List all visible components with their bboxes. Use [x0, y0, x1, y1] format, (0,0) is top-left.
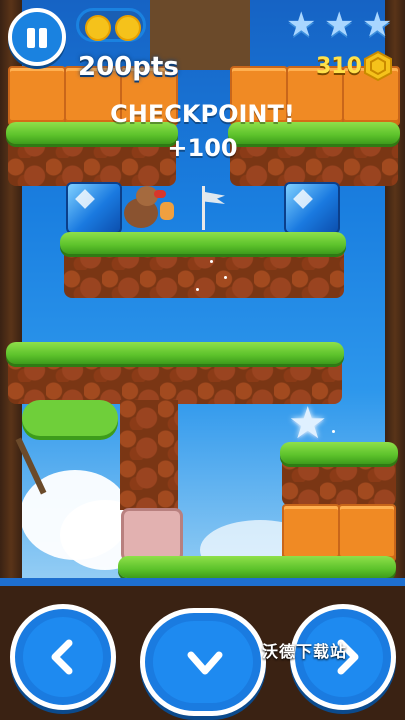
- star-icon: ★: [362, 5, 393, 45]
- move-down-button[interactable]: [140, 608, 266, 716]
- coin-icon: [115, 15, 141, 41]
- star-icon: ★: [286, 5, 317, 45]
- grass-top: [60, 232, 346, 254]
- points-display: 200pts: [78, 52, 179, 82]
- game-stage: ★ CHECKPOINT! +100 200pts ★ ★ ★ 310 沃德下载…: [0, 0, 405, 720]
- star-icon: ★: [324, 5, 355, 45]
- pause-button[interactable]: [8, 8, 66, 66]
- brick-block: [338, 504, 396, 562]
- tree-foliage: [22, 400, 118, 436]
- watermark-text: 沃德下载站: [262, 642, 348, 661]
- sparkle: [224, 276, 227, 279]
- coin-count: 310: [316, 54, 362, 79]
- ground-grass: [118, 556, 396, 578]
- coin-icon: [85, 15, 111, 41]
- checkpoint-bonus: +100: [167, 134, 238, 162]
- chevron-left-icon: [51, 639, 73, 675]
- collected-coins-indicator: [76, 8, 146, 42]
- sparkle: [332, 430, 335, 433]
- checkpoint-flag-icon: [198, 186, 228, 230]
- gem-block: [284, 182, 340, 234]
- move-left-button[interactable]: [10, 604, 116, 710]
- player-character: [120, 184, 178, 232]
- star-pickup: ★: [288, 398, 328, 449]
- brick-block: [282, 504, 340, 562]
- hexagon-coin-icon: [364, 50, 392, 82]
- sparkle: [210, 260, 213, 263]
- chevron-down-icon: [187, 651, 223, 675]
- gem-block: [66, 182, 122, 234]
- grass-top: [6, 342, 344, 364]
- checkpoint-title: CHECKPOINT!: [110, 100, 295, 128]
- ground-line: [0, 578, 405, 586]
- grass-top: [280, 442, 398, 464]
- stone-block: [121, 508, 183, 562]
- dirt-pillar: [120, 400, 178, 510]
- sparkle: [196, 288, 199, 291]
